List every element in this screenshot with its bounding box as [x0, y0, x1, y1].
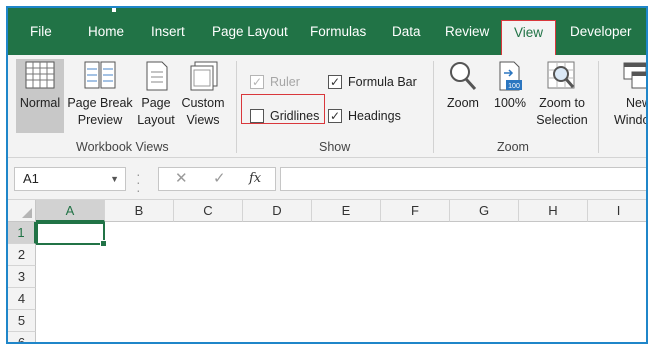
resize-handle-icon[interactable]: · · ·	[136, 167, 141, 197]
ribbon-separator	[236, 61, 237, 153]
chevron-down-icon[interactable]: ▼	[110, 168, 119, 190]
custom-views-label-2: Views	[186, 113, 220, 127]
tab-data[interactable]: Data	[392, 21, 421, 43]
ruler-label: Ruler	[270, 75, 300, 89]
page-break-preview-icon	[84, 61, 116, 89]
magnifier-icon	[450, 62, 477, 91]
custom-views-icon	[190, 61, 218, 91]
column-header-d[interactable]: D	[243, 200, 312, 222]
headings-label: Headings	[348, 109, 401, 123]
tab-developer[interactable]: Developer	[570, 21, 632, 43]
column-header-h[interactable]: H	[519, 200, 588, 222]
row-header-6[interactable]: 6	[8, 332, 36, 342]
row-header-5[interactable]: 5	[8, 310, 36, 332]
row-header-2[interactable]: 2	[8, 244, 36, 266]
formula-input[interactable]	[280, 167, 646, 191]
ribbon-tab-bar: File Home Insert Page Layout Formulas Da…	[8, 8, 646, 55]
custom-views-label-1: Custom	[181, 96, 225, 110]
new-window-icon	[623, 62, 646, 89]
tab-insert[interactable]: Insert	[151, 21, 185, 43]
ruler-check-icon: ✓	[250, 75, 264, 89]
page-layout-view-label-1: Page	[141, 96, 171, 110]
zoom-label: Zoom	[447, 96, 479, 110]
column-header-e[interactable]: E	[312, 200, 381, 222]
name-box-value: A1	[23, 171, 39, 186]
tab-formulas[interactable]: Formulas	[310, 21, 366, 43]
name-box[interactable]: A1 ▼	[14, 167, 126, 191]
insert-function-icon[interactable]: fx	[249, 168, 261, 190]
ribbon-separator	[433, 61, 434, 153]
zoom-group-label: Zoom	[497, 140, 529, 154]
page-break-preview-label-2: Preview	[77, 113, 123, 127]
zoom-button[interactable]: Zoom	[442, 59, 484, 112]
formula-bar-check-icon: ✓	[328, 75, 342, 89]
tab-indicator-mark	[112, 8, 116, 12]
normal-view-button[interactable]: Normal	[16, 59, 64, 133]
formula-bar: A1 ▼ · · · ✕ ✓ fx	[8, 158, 646, 200]
ribbon: Normal Page Break Preview Page Layout Cu…	[8, 55, 646, 158]
page-break-preview-button[interactable]: Page Break Preview	[66, 59, 134, 129]
headings-check-icon: ✓	[328, 109, 342, 123]
new-window-label-1: New	[626, 96, 646, 110]
page-layout-view-icon	[146, 61, 168, 91]
page-break-preview-label-1: Page Break	[67, 96, 133, 110]
enter-icon[interactable]: ✓	[213, 168, 226, 190]
show-group-label: Show	[319, 140, 351, 154]
cancel-icon[interactable]: ✕	[175, 168, 188, 190]
formula-bar-checkbox[interactable]: ✓ Formula Bar	[328, 75, 417, 89]
tab-page-layout[interactable]: Page Layout	[212, 21, 288, 43]
new-window-label-2: Window	[614, 113, 646, 127]
row-header-4[interactable]: 4	[8, 288, 36, 310]
gridlines-highlight-box	[241, 94, 325, 124]
worksheet-grid: A B C D E F G H I 1 2 3 4 5 6	[8, 200, 646, 342]
column-header-c[interactable]: C	[174, 200, 243, 222]
svg-text:100: 100	[508, 83, 520, 90]
custom-views-button[interactable]: Custom Views	[178, 59, 228, 129]
formula-bar-label: Formula Bar	[348, 75, 417, 89]
tab-home[interactable]: Home	[88, 21, 124, 43]
column-header-g[interactable]: G	[450, 200, 519, 222]
ruler-checkbox[interactable]: ✓ Ruler	[250, 75, 300, 89]
ribbon-separator	[598, 61, 599, 153]
normal-view-label: Normal	[19, 96, 61, 110]
headings-checkbox[interactable]: ✓ Headings	[328, 109, 401, 123]
tab-review[interactable]: Review	[445, 21, 489, 43]
page-layout-view-button[interactable]: Page Layout	[136, 59, 176, 129]
zoom-100-button[interactable]: 100 100%	[490, 59, 530, 112]
zoom-to-selection-label-2: Selection	[536, 113, 588, 127]
page-layout-view-label-2: Layout	[137, 113, 175, 127]
column-header-a[interactable]: A	[36, 200, 105, 222]
active-cell[interactable]	[36, 222, 107, 247]
row-header-3[interactable]: 3	[8, 266, 36, 288]
zoom-100-icon: 100	[499, 61, 522, 91]
formula-buttons: ✕ ✓ fx	[158, 167, 276, 191]
column-header-i[interactable]: I	[588, 200, 646, 222]
tab-view[interactable]: View	[501, 20, 557, 55]
normal-view-icon	[25, 61, 55, 89]
zoom-100-label: 100%	[494, 96, 526, 110]
new-window-button[interactable]: New Window	[606, 59, 646, 129]
zoom-to-selection-button[interactable]: Zoom to Selection	[532, 59, 592, 129]
row-header-1[interactable]: 1	[8, 222, 36, 244]
tab-file[interactable]: File	[30, 21, 52, 43]
zoom-to-selection-icon	[547, 61, 575, 89]
select-all-button[interactable]	[8, 200, 36, 222]
zoom-to-selection-label-1: Zoom to	[539, 96, 585, 110]
workbook-views-group-label: Workbook Views	[76, 140, 169, 154]
column-header-f[interactable]: F	[381, 200, 450, 222]
excel-window: File Home Insert Page Layout Formulas Da…	[6, 6, 648, 344]
column-header-b[interactable]: B	[105, 200, 174, 222]
